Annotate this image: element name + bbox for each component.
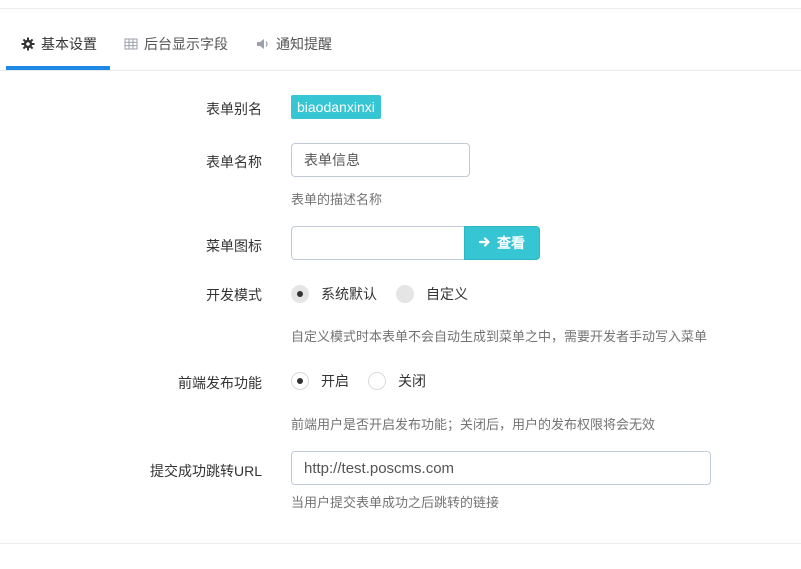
- view-button-label: 查看: [497, 235, 525, 251]
- tab-label: 基本设置: [41, 36, 97, 52]
- bottom-divider: [0, 543, 801, 544]
- frontend-publish-help: 前端用户是否开启发布功能；关闭后，用户的发布权限将会无效: [291, 417, 656, 432]
- form-name-label: 表单名称: [206, 154, 262, 170]
- table-icon: [124, 37, 138, 51]
- redirect-url-help: 当用户提交表单成功之后跳转的链接: [291, 495, 500, 510]
- active-tab-indicator: [6, 66, 110, 70]
- volume-icon: [256, 37, 270, 51]
- publish-on-label: 开启: [321, 373, 349, 389]
- alias-badge: biaodanxinxi: [291, 95, 381, 119]
- publish-off-label: 关闭: [398, 373, 426, 389]
- tab-bar-border: [0, 70, 801, 71]
- redirect-url-value: http://test.poscms.com: [304, 459, 455, 477]
- gear-icon: [21, 37, 35, 51]
- redirect-url-input[interactable]: http://test.poscms.com: [291, 451, 711, 485]
- tab-label: 通知提醒: [276, 36, 332, 52]
- tab-notifications[interactable]: 通知提醒: [256, 18, 332, 70]
- frontend-publish-radio-group: 开启 关闭: [291, 371, 426, 391]
- redirect-url-label: 提交成功跳转URL: [149, 463, 262, 479]
- menu-icon-label: 菜单图标: [206, 238, 262, 254]
- dev-mode-radio-group: 系统默认 自定义: [291, 284, 468, 304]
- dev-mode-label: 开发模式: [206, 287, 262, 303]
- view-icons-button[interactable]: 查看: [464, 226, 540, 260]
- tab-basic-settings[interactable]: 基本设置: [21, 18, 97, 70]
- form-name-value: 表单信息: [304, 152, 360, 168]
- menu-icon-input[interactable]: [291, 226, 465, 260]
- tab-label: 后台显示字段: [144, 36, 228, 52]
- publish-off-radio[interactable]: [368, 372, 386, 390]
- dev-mode-custom-radio[interactable]: [396, 285, 414, 303]
- dev-mode-custom-label: 自定义: [426, 286, 468, 302]
- tab-backend-fields[interactable]: 后台显示字段: [124, 18, 228, 70]
- form-name-help: 表单的描述名称: [291, 192, 383, 207]
- publish-on-radio[interactable]: [291, 372, 309, 390]
- arrow-right-icon: [478, 235, 491, 251]
- dev-mode-help: 自定义模式时本表单不会自动生成到菜单之中，需要开发者手动写入菜单: [291, 329, 708, 344]
- alias-label: 表单别名: [206, 101, 262, 117]
- tab-bar: 基本设置 后台显示字段 通知提醒: [0, 18, 801, 70]
- frontend-publish-label: 前端发布功能: [178, 375, 262, 391]
- dev-mode-default-label: 系统默认: [321, 286, 377, 302]
- form-name-input[interactable]: 表单信息: [291, 143, 470, 177]
- dev-mode-default-radio[interactable]: [291, 285, 309, 303]
- top-divider: [0, 8, 801, 9]
